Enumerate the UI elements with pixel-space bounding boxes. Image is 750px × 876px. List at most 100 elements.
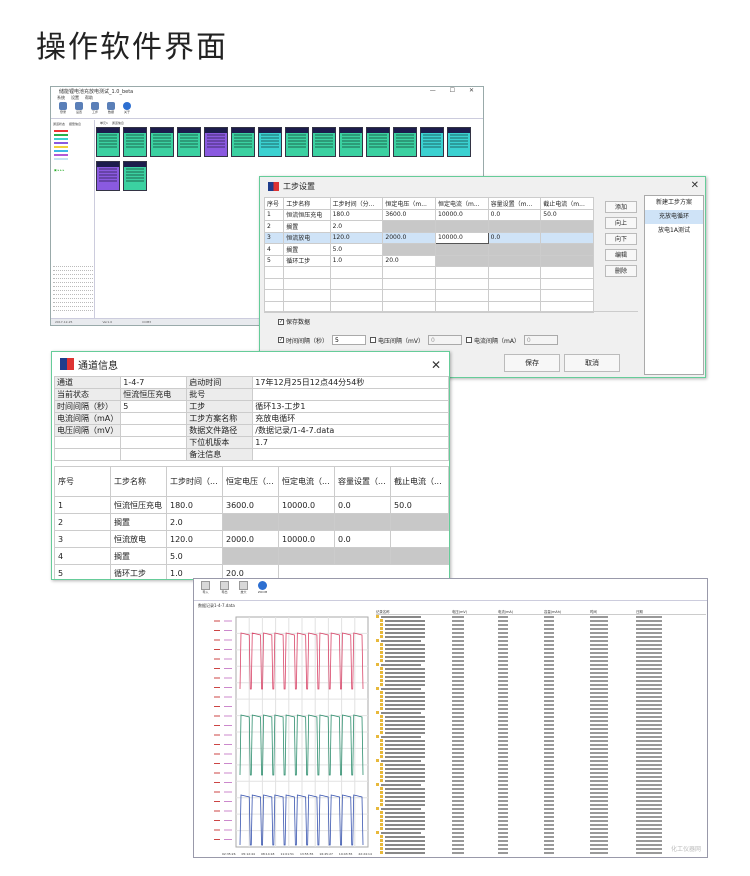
- table-row[interactable]: [376, 851, 706, 855]
- zoom-in-button[interactable]: 放大: [236, 580, 251, 599]
- device-tree[interactable]: ▣ ▸ ▸ ▸: [51, 168, 94, 172]
- channel-card[interactable]: [420, 127, 444, 157]
- cancel-button[interactable]: 取消: [564, 354, 620, 372]
- status-date: 2017-12-25: [55, 320, 73, 324]
- info-row: 电流间隔（mA） 工步方案名称 充放电循环: [53, 412, 449, 425]
- tab-channel-status[interactable]: 通道状态: [53, 122, 65, 126]
- record-log-pane[interactable]: 记录名称 电压(mV) 电流(mA) 容量(mAh) 时间 日期: [376, 609, 706, 857]
- channel-card[interactable]: [258, 127, 282, 157]
- step-scheme-list: 新建工步方案 充放电循环 放电1A测试: [644, 195, 704, 375]
- col-header[interactable]: 容量设置（...: [334, 466, 391, 497]
- table-row[interactable]: 3 恒流放电 120.0 2000.0 10000.0 0.0: [54, 530, 449, 548]
- voltage-interval-checkbox[interactable]: 电压间隔（mV）: [370, 336, 424, 345]
- import-button[interactable]: 导入: [198, 580, 213, 599]
- toolbar-about-button[interactable]: 关于: [121, 101, 133, 118]
- step-dialog-title: 工步设置: [283, 181, 315, 191]
- col-header[interactable]: 恒定电压（m...: [382, 197, 437, 210]
- col-header[interactable]: 序号: [54, 466, 111, 497]
- x-axis-ticks: 02:35:26 05:12:44 08:14:18 11:01:51 13:5…: [222, 852, 372, 856]
- channel-card[interactable]: [177, 127, 201, 157]
- voltage-interval-input[interactable]: 0: [427, 335, 462, 345]
- current-interval-input[interactable]: 0: [523, 335, 558, 345]
- toolbar-data-button[interactable]: 数据: [105, 101, 117, 118]
- info-icon: [123, 101, 131, 110]
- col-header[interactable]: 工步名称: [283, 197, 331, 210]
- move-down-button[interactable]: 向下: [605, 233, 637, 245]
- col-header[interactable]: 工步时间（分...: [329, 197, 384, 210]
- toolbar-settings-button[interactable]: 设置: [73, 101, 85, 118]
- add-step-button[interactable]: 添加: [605, 201, 637, 213]
- channel-card[interactable]: [96, 161, 120, 191]
- scheme-item[interactable]: 放电1A测试: [645, 224, 703, 238]
- col-header[interactable]: 工步时间（...: [166, 466, 223, 497]
- time-interval-checkbox[interactable]: ✓ 时间间隔（秒）: [278, 336, 328, 345]
- close-icon[interactable]: ✕: [691, 180, 699, 191]
- channel-card[interactable]: [339, 127, 363, 157]
- export-button[interactable]: 导出: [217, 580, 232, 599]
- menu-item-system[interactable]: 系统: [57, 95, 65, 101]
- channel-card[interactable]: [312, 127, 336, 157]
- x-tick: 13:55:55: [299, 852, 314, 856]
- x-tick: 22:24:14: [358, 852, 372, 856]
- delete-step-button[interactable]: 删除: [605, 265, 637, 277]
- toolbar-step-button[interactable]: 工步: [89, 101, 101, 118]
- curve-chart[interactable]: 02:35:26 05:12:44 08:14:18 11:01:51 13:5…: [196, 609, 372, 857]
- close-icon[interactable]: ✕: [431, 358, 441, 372]
- log-list: [53, 263, 93, 311]
- col-header[interactable]: 序号: [263, 197, 285, 210]
- save-data-checkbox[interactable]: ✓ 保存数据: [278, 317, 310, 326]
- step-table: 序号 工步名称 工步时间（分... 恒定电压（m... 恒定电流（m... 容量…: [263, 197, 594, 313]
- scheme-item-new[interactable]: 新建工步方案: [645, 196, 703, 210]
- toolbar-login-button[interactable]: 登录: [57, 101, 69, 118]
- save-button[interactable]: 保存: [504, 354, 560, 372]
- channel-card[interactable]: [96, 127, 120, 157]
- channel-card[interactable]: [285, 127, 309, 157]
- time-interval-input[interactable]: 5: [332, 335, 367, 345]
- menu-item-help[interactable]: 帮助: [85, 95, 93, 101]
- table-row-empty: [263, 289, 594, 302]
- gear-icon: [75, 101, 83, 110]
- move-up-button[interactable]: 向上: [605, 217, 637, 229]
- col-header[interactable]: 恒定电流（...: [278, 466, 335, 497]
- channel-step-table: 序号 工步名称 工步时间（... 恒定电压（... 恒定电流（... 容量设置（…: [54, 466, 449, 579]
- zoom-button[interactable]: ZOOM: [255, 580, 270, 599]
- col-header[interactable]: 恒定电压（...: [222, 466, 279, 497]
- col-header[interactable]: 截止电流（...: [390, 466, 449, 497]
- col-header[interactable]: 恒定电流（m...: [435, 197, 489, 210]
- editing-cell[interactable]: 10000.0: [435, 231, 489, 244]
- channel-card[interactable]: [447, 127, 471, 157]
- tab-channel-info[interactable]: 通道信息: [112, 121, 124, 125]
- table-row-selected[interactable]: 3 恒流放电 120.0 2000.0 10000.0 0.0: [263, 231, 594, 244]
- tab-unit-1[interactable]: 单元1: [100, 121, 108, 125]
- table-row[interactable]: 2 搁置 2.0: [54, 513, 449, 531]
- app-toolbar: 登录 设置 工步 数据 关于: [51, 101, 483, 119]
- export-icon: [220, 580, 229, 590]
- x-tick: 02:35:26: [222, 852, 236, 856]
- window-controls[interactable]: — ☐ ✕: [430, 87, 480, 94]
- table-row[interactable]: 1 恒流恒压充电 180.0 3600.0 10000.0 0.0 50.0: [54, 496, 449, 514]
- col-header[interactable]: 容量设置（m...: [487, 197, 542, 210]
- tab-alarm-info[interactable]: 报警信息: [69, 122, 81, 126]
- channel-card[interactable]: [150, 127, 174, 157]
- channel-card[interactable]: [123, 127, 147, 157]
- channel-card[interactable]: [393, 127, 417, 157]
- channel-card[interactable]: [123, 161, 147, 191]
- current-interval-checkbox[interactable]: 电流间隔（mA）: [465, 336, 520, 345]
- col-header[interactable]: 截止电流（m...: [540, 197, 594, 210]
- page-root: 操作软件界面 储能锂电池充放电测试_1.0_beta — ☐ ✕ 系统 设置 帮…: [0, 0, 750, 876]
- edit-step-button[interactable]: 编辑: [605, 249, 637, 261]
- channel-card[interactable]: [231, 127, 255, 157]
- menu-item-settings[interactable]: 设置: [71, 95, 79, 101]
- table-row[interactable]: 4 搁置 5.0: [263, 243, 594, 256]
- col-header[interactable]: 工步名称: [110, 466, 167, 497]
- info-icon: [258, 580, 267, 590]
- channel-card[interactable]: [204, 127, 228, 157]
- table-row[interactable]: 4 搁置 5.0: [54, 547, 449, 565]
- table-row[interactable]: 5 循环工步 1.0 20.0: [263, 254, 594, 267]
- table-row[interactable]: 1 恒流恒压充电 180.0 3600.0 10000.0 0.0 50.0: [263, 208, 594, 221]
- x-tick: 16:45:27: [319, 852, 333, 856]
- table-row[interactable]: 2 搁置 2.0: [263, 220, 594, 233]
- scheme-item-selected[interactable]: 充放电循环: [645, 210, 703, 224]
- channel-card[interactable]: [366, 127, 390, 157]
- channel-info-table: 通道 1-4-7 启动时间 17年12月25日12点44分54秒 当前状态 恒流恒压充电…: [53, 376, 449, 461]
